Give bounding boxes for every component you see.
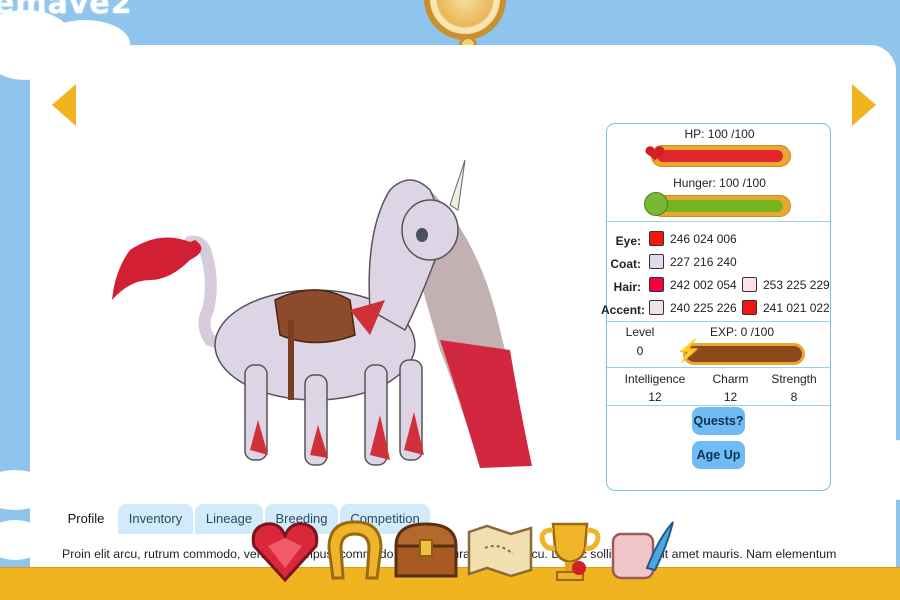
chevron-left-icon[interactable] <box>52 84 76 126</box>
intelligence-label: Intelligence <box>624 372 686 386</box>
level-label: Level <box>625 325 655 339</box>
hair-color-value-2: 253 225 229 <box>763 278 830 292</box>
hp-bar-fill <box>657 150 783 162</box>
coat-color-swatch <box>649 254 664 269</box>
accent-color-value-2: 241 021 022 <box>763 301 830 315</box>
accent-color-value-1: 240 225 226 <box>670 301 737 315</box>
eye-color-value: 246 024 006 <box>670 232 737 246</box>
heart-icon: ❤ <box>644 139 666 169</box>
hp-label: HP: 100 /100 <box>684 127 755 141</box>
quill-scroll-icon[interactable] <box>607 518 677 584</box>
accent-color-swatch-1 <box>649 300 664 315</box>
tab-profile[interactable]: Profile <box>56 504 116 534</box>
charm-value: 12 <box>723 390 738 404</box>
treasure-chest-icon[interactable] <box>390 518 462 580</box>
coat-color-label: Coat: <box>610 257 641 271</box>
strength-label: Strength <box>771 372 817 386</box>
heart-gem-icon[interactable] <box>250 518 320 584</box>
chevron-right-icon[interactable] <box>852 84 876 126</box>
site-logo[interactable]: emave2 <box>0 0 133 21</box>
age-up-button[interactable]: Age Up <box>692 441 745 469</box>
stats-panel: HP: 100 /100 ❤ Hunger: 100 /100 Eye: 246… <box>601 123 831 491</box>
tab-inventory[interactable]: Inventory <box>118 504 193 534</box>
eye-color-swatch <box>649 231 664 246</box>
hair-color-swatch-2 <box>742 277 757 292</box>
hp-bar <box>651 145 791 167</box>
hair-color-swatch-1 <box>649 277 664 292</box>
hair-color-label: Hair: <box>613 280 641 294</box>
trophy-icon[interactable] <box>537 518 603 584</box>
lightning-icon: ⚡ <box>675 338 703 363</box>
compass-emblem-icon[interactable] <box>424 0 506 54</box>
pony-image <box>112 159 532 468</box>
intelligence-value: 12 <box>648 390 662 404</box>
accent-color-swatch-2 <box>742 300 757 315</box>
apple-icon <box>644 192 668 216</box>
horseshoe-icon[interactable] <box>323 518 387 584</box>
hunger-label: Hunger: 100 /100 <box>673 176 766 190</box>
quests-button[interactable]: Quests? <box>692 407 745 435</box>
treasure-map-icon[interactable] <box>465 518 535 580</box>
eye-color-label: Eye: <box>615 234 641 248</box>
accent-color-label: Accent: <box>601 303 646 317</box>
coat-color-value: 227 216 240 <box>670 255 737 269</box>
hair-color-value-1: 242 002 054 <box>670 278 737 292</box>
charm-label: Charm <box>712 372 749 386</box>
hunger-bar <box>651 195 791 217</box>
exp-label: EXP: 0 /100 <box>709 325 775 339</box>
strength-value: 8 <box>790 390 798 404</box>
level-value: 0 <box>636 344 644 358</box>
hunger-bar-fill <box>657 200 783 212</box>
